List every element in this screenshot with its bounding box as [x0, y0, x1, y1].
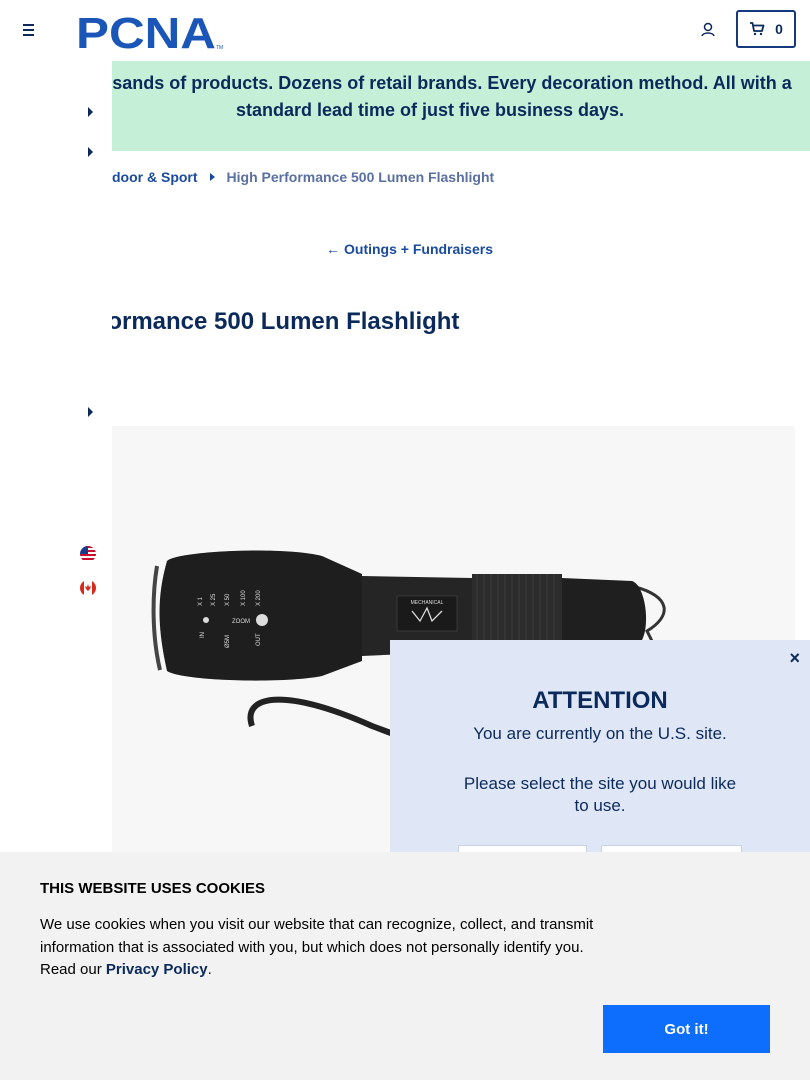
brand-mark: MECHANICAL [411, 600, 444, 606]
zoom-mark: X 100 [241, 590, 247, 606]
caret-right-icon[interactable] [88, 147, 93, 157]
product-title: rformance 500 Lumen Flashlight [90, 308, 460, 335]
accept-cookies-button[interactable]: Got it! [603, 1005, 770, 1053]
promo-text: Thousands of products. Dozens of retail … [68, 73, 792, 120]
site-header: PCNA TM 0 [0, 0, 810, 60]
caret-right-icon[interactable] [88, 107, 93, 117]
logo-tm: TM [216, 45, 223, 51]
breadcrumb-parent-link[interactable]: door & Sport [112, 169, 198, 185]
zoom-mark: Ø5M [225, 635, 231, 648]
breadcrumb-current: High Performance 500 Lumen Flashlight [226, 169, 495, 185]
cookie-title: THIS WEBSITE USES COOKIES [40, 880, 266, 897]
zoom-mark: IN [200, 632, 206, 638]
zoom-mark: ZOOM [232, 619, 250, 625]
zoom-mark: OUT [256, 633, 262, 646]
site-selection-modal: × ATTENTION You are currently on the U.S… [390, 640, 810, 885]
modal-current-site-text: You are currently on the U.S. site. [473, 724, 727, 743]
zoom-mark: X 50 [225, 593, 231, 606]
canada-flag-icon[interactable] [80, 580, 96, 596]
cart-button[interactable]: 0 [736, 10, 796, 48]
breadcrumb: door & Sport High Performance 500 Lumen … [112, 169, 494, 185]
cart-count: 0 [775, 21, 783, 37]
back-to-category-link[interactable]: ← Outings + Fundraisers [326, 241, 493, 257]
zoom-mark: X 25 [211, 593, 217, 606]
hamburger-menu-icon[interactable] [18, 20, 38, 40]
cart-icon [750, 22, 765, 36]
cookie-period: . [207, 961, 212, 978]
zoom-mark: X 200 [256, 590, 262, 606]
us-flag-icon[interactable] [80, 546, 96, 562]
zoom-mark: X 1 [198, 596, 204, 606]
back-link-label: Outings + Fundraisers [344, 241, 493, 257]
cookie-text: We use cookies when you visit our websit… [40, 914, 610, 982]
modal-instruction-text: Please select the site you would like to… [463, 774, 737, 815]
close-icon[interactable]: × [789, 648, 800, 669]
privacy-policy-link[interactable]: Privacy Policy [106, 961, 208, 978]
breadcrumb-separator-icon [209, 173, 215, 181]
arrow-left-icon: ← [326, 241, 340, 257]
modal-title: ATTENTION [532, 687, 668, 714]
logo-text: PCNA [76, 11, 216, 51]
caret-right-icon[interactable] [88, 407, 93, 417]
pcna-logo[interactable]: PCNA TM [76, 11, 226, 51]
cookie-banner: THIS WEBSITE USES COOKIES We use cookies… [0, 852, 810, 1080]
user-icon[interactable] [698, 20, 718, 40]
